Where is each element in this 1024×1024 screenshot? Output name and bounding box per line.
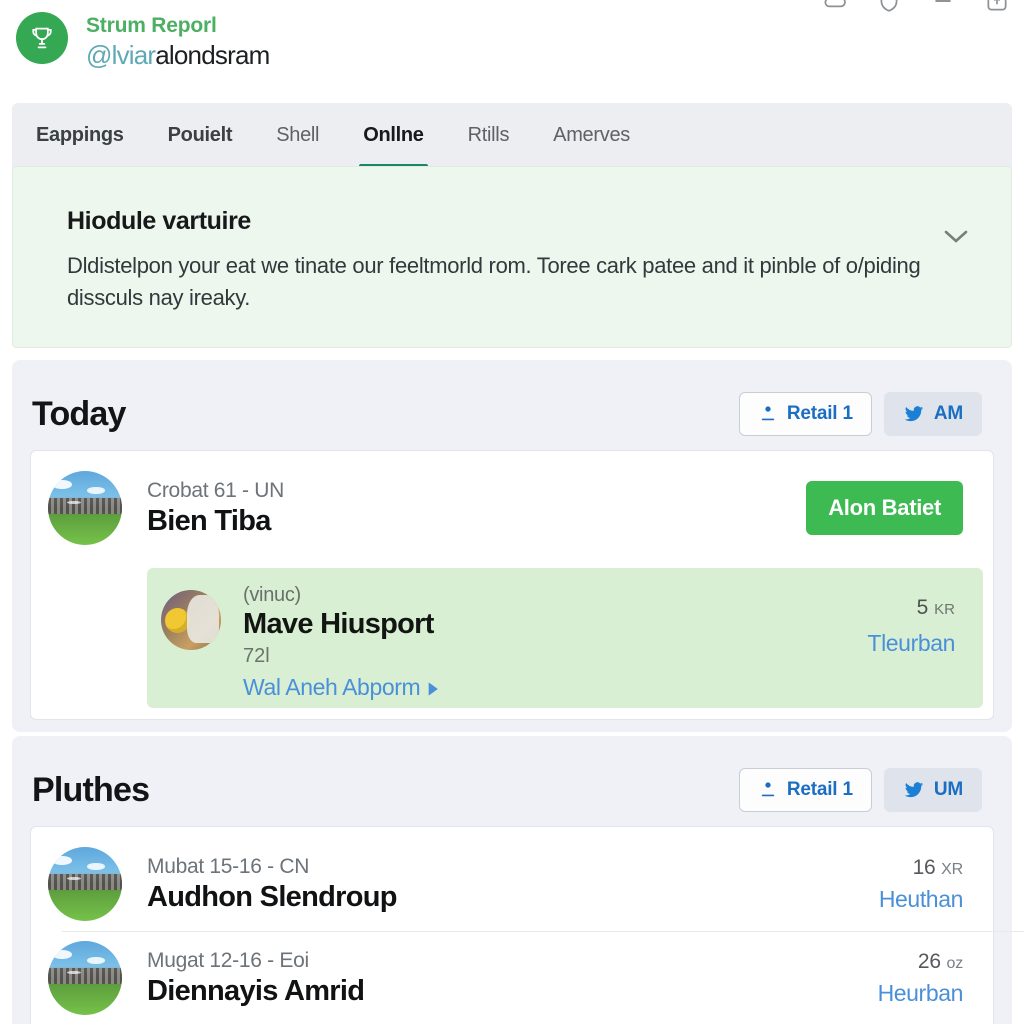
notice-title: Hiodule vartuire: [67, 207, 251, 235]
retail-button-label: Retail 1: [786, 403, 853, 424]
row-meta: Mugat 12-16 - Eoi: [147, 948, 309, 972]
table-row[interactable]: Crobat 61 - UN Bien Tiba Alon Batiet: [31, 451, 993, 545]
retail-button[interactable]: Retail 1: [738, 392, 872, 436]
row-amount: 16 XR: [879, 855, 964, 880]
row-meta: Mubat 15-16 - CN: [147, 854, 310, 878]
nested-row-number: 72l: [243, 645, 270, 667]
nested-highlight-row[interactable]: (vinuc) Mave Hiusport 72l Wal Aneh Abpor…: [147, 568, 983, 708]
trophy-icon: [28, 24, 56, 52]
upload-box-icon[interactable]: [984, 0, 1010, 14]
row-meta: Crobat 61 - UN: [147, 478, 285, 502]
row-amount-unit: oz: [946, 954, 964, 972]
share-button[interactable]: AM: [883, 392, 982, 436]
nested-row-meta: (vinuc): [243, 584, 301, 606]
row-main: Mugat 12-16 - Eoi Diennayis Amrid: [122, 949, 864, 1008]
row-amount-value: 16: [912, 855, 936, 879]
avatar[interactable]: [16, 12, 68, 64]
cloud-icon[interactable]: [822, 0, 848, 14]
nested-row-title: Mave Hiusport: [243, 608, 434, 640]
section-title: Pluthes: [32, 770, 150, 809]
table-row[interactable]: Mugat 12-16 - Eoi Diennayis Amrid 26 oz …: [31, 921, 993, 1015]
row-main: Crobat 61 - UN Bien Tiba: [122, 479, 806, 538]
row-divider: [62, 931, 1024, 932]
play-arrow-icon: [422, 678, 442, 698]
tab-rtills[interactable]: Rtills: [464, 103, 514, 168]
row-right-link[interactable]: Heurban: [878, 980, 964, 1007]
row-amount-unit: XR: [941, 860, 963, 878]
share-button-label: AM: [933, 403, 963, 424]
nested-amount-unit: KR: [934, 601, 955, 618]
download-person-icon: [758, 404, 778, 424]
notice-banner: Hiodule vartuire Dldistelpon your eat we…: [12, 166, 1012, 348]
profile-handle-prefix: @lviar: [86, 40, 156, 71]
window-icon-strip: [822, 0, 1010, 22]
tab-bar: Eappings Pouielt Shell Onllne Rtills Ame…: [12, 103, 1012, 168]
share-button[interactable]: UM: [883, 768, 982, 812]
nested-row-main: (vinuc) Mave Hiusport 72l Wal Aneh Abpor…: [221, 584, 867, 708]
nested-row-right: 5 KR Tleurban: [867, 584, 955, 708]
tab-amerves[interactable]: Amerves: [549, 103, 634, 168]
profile-header[interactable]: Strum Reporl @lviaralondsram: [16, 12, 270, 72]
app-root: Strum Reporl @lviaralondsram Eappings Po…: [0, 0, 1024, 1024]
section-actions: Retail 1 AM: [738, 392, 982, 436]
page-title: Strum Reporl: [86, 14, 217, 37]
row-amount: 26 oz: [878, 950, 963, 974]
pluthes-list-card: Mubat 15-16 - CN Audhon Slendroup 16 XR …: [30, 826, 1024, 1024]
nested-row-link-label: Wal Aneh Abporm: [243, 674, 421, 700]
row-title: Bien Tiba: [147, 504, 271, 537]
nested-row-amount: 5 KR: [867, 596, 955, 620]
chevron-down-icon[interactable]: [936, 222, 976, 250]
nested-row-link[interactable]: Wal Aneh Abporm: [243, 674, 867, 701]
retail-button[interactable]: Retail 1: [738, 768, 872, 812]
row-title: Audhon Slendroup: [147, 880, 397, 913]
tab-eappings[interactable]: Eappings: [32, 103, 128, 168]
twitter-bird-icon: [903, 404, 925, 424]
profile-handle-rest: alondsram: [155, 40, 270, 71]
share-button-label: UM: [933, 779, 963, 800]
tab-pouielt[interactable]: Pouielt: [164, 103, 237, 168]
section-pluthes-header: Pluthes Retail 1 UM: [12, 736, 1012, 822]
nested-amount-value: 5: [916, 596, 929, 619]
player-photo-avatar: [161, 590, 221, 650]
retail-button-label: Retail 1: [786, 779, 853, 800]
section-actions: Retail 1 UM: [738, 768, 982, 812]
row-right: 16 XR Heuthan: [865, 855, 964, 913]
download-person-icon: [758, 780, 778, 800]
row-title: Diennayis Amrid: [147, 974, 365, 1007]
stadium-photo-avatar: [48, 941, 122, 1015]
stadium-photo-avatar: [48, 471, 122, 545]
shield-icon[interactable]: [876, 0, 902, 14]
section-today-header: Today Retail 1 AM: [12, 360, 1012, 446]
notice-body: Dldistelpon your eat we tinate our feelt…: [67, 253, 921, 310]
row-main: Mubat 15-16 - CN Audhon Slendroup: [122, 855, 865, 914]
alon-batiet-button[interactable]: Alon Batiet: [806, 481, 963, 535]
row-right: 26 oz Heurban: [864, 950, 964, 1007]
table-row[interactable]: Mubat 15-16 - CN Audhon Slendroup 16 XR …: [31, 827, 993, 921]
profile-text: Strum Reporl @lviaralondsram: [86, 12, 270, 72]
tab-onllne[interactable]: Onllne: [359, 103, 429, 168]
minimize-icon[interactable]: [930, 0, 956, 14]
section-title: Today: [32, 394, 126, 433]
row-right-link[interactable]: Heuthan: [879, 886, 964, 913]
row-amount-value: 26: [917, 949, 941, 973]
tab-shell[interactable]: Shell: [272, 103, 323, 168]
profile-handle: @lviaralondsram: [86, 39, 270, 72]
nested-row-right-link[interactable]: Tleurban: [867, 630, 955, 657]
stadium-photo-avatar: [48, 847, 122, 921]
twitter-bird-icon: [903, 780, 925, 800]
